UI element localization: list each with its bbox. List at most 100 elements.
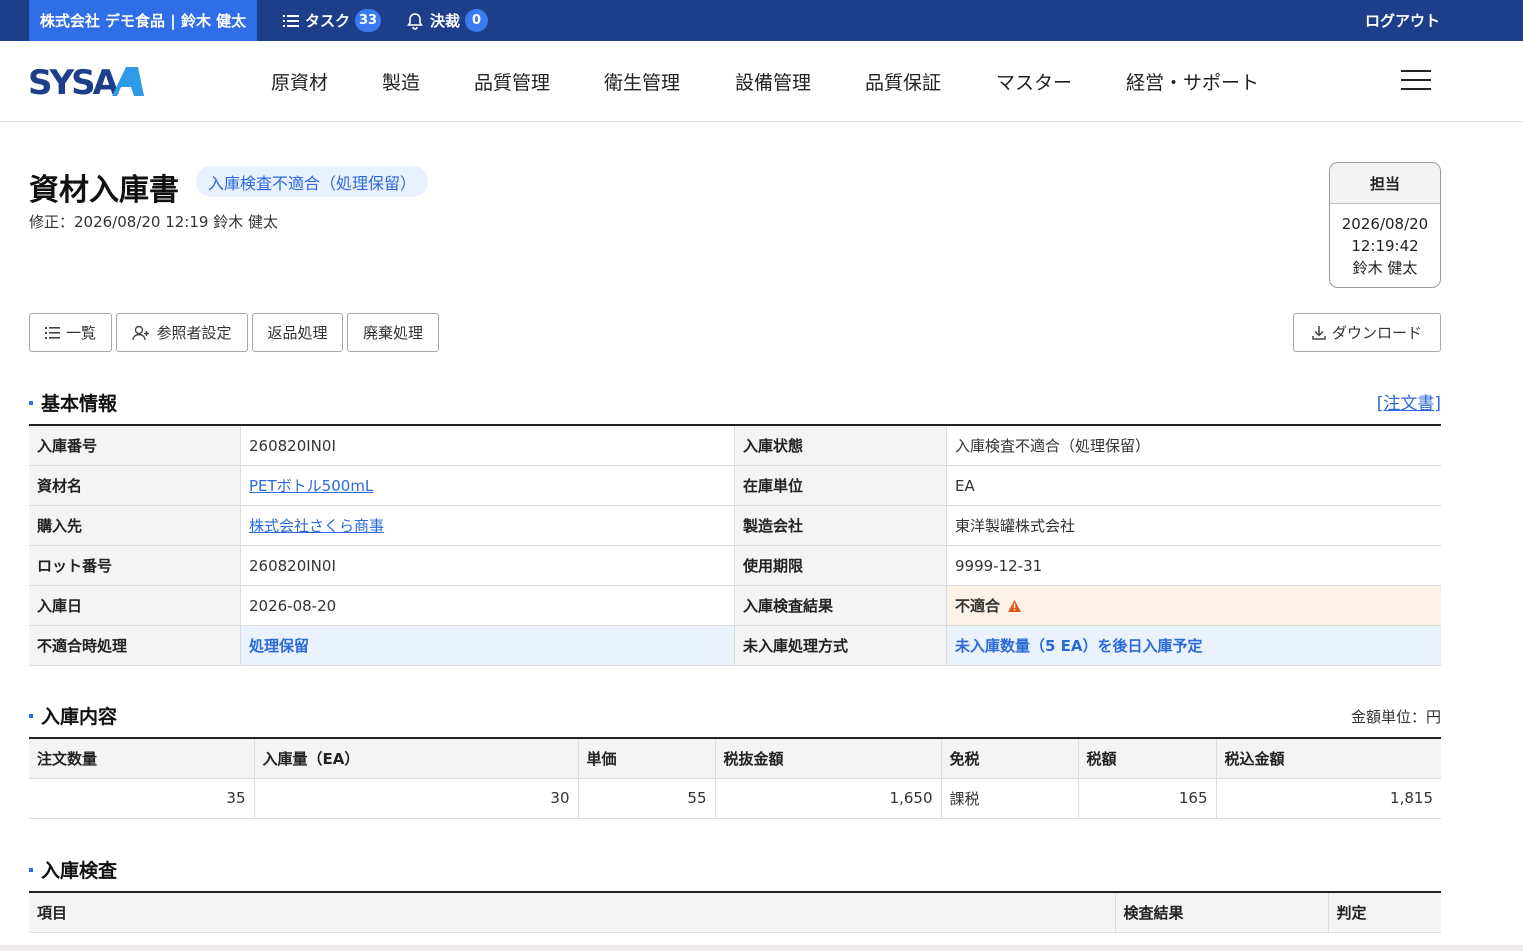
column-header: 単価 <box>578 738 716 779</box>
table-cell: 55 <box>578 778 716 819</box>
inspection-result-text: 不適合 <box>955 597 1001 615</box>
info-label: 入庫検査結果 <box>735 586 947 625</box>
nav-item-hygiene[interactable]: 衛生管理 <box>604 41 680 122</box>
nav-item-materials[interactable]: 原資材 <box>271 41 328 122</box>
info-label: 使用期限 <box>735 546 947 585</box>
add-user-icon <box>132 325 150 340</box>
table-cell: 1,650 <box>715 778 942 819</box>
download-button[interactable]: ダウンロード <box>1293 313 1441 352</box>
tasks-count-badge: 33 <box>355 9 382 32</box>
list-button[interactable]: 一覧 <box>29 313 112 352</box>
top-bar: 株式会社 デモ食品 | 鈴木 健太 タスク 33 決裁 0 ログアウト <box>0 0 1523 41</box>
nav-item-equipment[interactable]: 設備管理 <box>735 41 811 122</box>
nav-item-production[interactable]: 製造 <box>382 41 420 122</box>
table-cell: 30 <box>254 778 579 819</box>
table-cell: 課税 <box>941 778 1079 819</box>
info-value: 9999-12-31 <box>955 556 1043 575</box>
inspection-table: 項目 検査結果 判定 <box>29 891 1441 933</box>
sysa-logo[interactable]: SYSA <box>28 63 144 103</box>
reference-settings-button[interactable]: 参照者設定 <box>116 313 248 352</box>
receipt-contents-table: 注文数量 入庫量（EA） 単価 税抜金額 免税 税額 税込金額 35 30 55… <box>29 737 1441 819</box>
info-row: 入庫日 2026-08-20 入庫検査結果 不適合 <box>29 586 1441 626</box>
page-title: 資材入庫書 <box>29 173 179 208</box>
unreceived-handling-value: 未入庫数量（5 EA）を後日入庫予定 <box>947 626 1441 665</box>
info-value: 260820IN0I <box>241 426 735 465</box>
info-label: 購入先 <box>29 506 241 545</box>
table-cell: 35 <box>29 778 255 819</box>
tasks-label: タスク <box>305 12 351 30</box>
bell-icon <box>406 12 424 30</box>
info-value: 株式会社さくら商事 <box>241 506 735 545</box>
download-icon <box>1312 326 1326 340</box>
inspection-result-value: 不適合 <box>947 586 1441 625</box>
reference-settings-label: 参照者設定 <box>156 324 232 342</box>
list-icon <box>44 326 60 339</box>
column-header: 税抜金額 <box>715 738 942 779</box>
info-row: 入庫番号 260820IN0I 入庫状態 入庫検査不適合（処理保留） <box>29 426 1441 466</box>
info-label: ロット番号 <box>29 546 241 585</box>
table-cell: 165 <box>1078 778 1217 819</box>
info-value: PETボトル500mL <box>241 466 735 505</box>
info-value: EA <box>955 476 975 495</box>
company-user[interactable]: 株式会社 デモ食品 | 鈴木 健太 <box>29 0 257 41</box>
info-label: 不適合時処理 <box>29 626 241 665</box>
column-header: 税込金額 <box>1216 738 1441 779</box>
info-label: 未入庫処理方式 <box>735 626 947 665</box>
info-value: 260820IN0I <box>241 546 735 585</box>
warning-icon <box>1008 599 1022 612</box>
assignee-box: 担当 2026/08/20 12:19:42 鈴木 健太 <box>1329 162 1441 288</box>
approvals-button[interactable]: 決裁 0 <box>406 0 489 41</box>
inspection-heading-text: 入庫検査 <box>41 860 118 882</box>
info-value: 入庫検査不適合（処理保留） <box>955 437 1151 455</box>
logout-link[interactable]: ログアウト <box>1365 0 1440 41</box>
approvals-label: 決裁 <box>430 12 461 30</box>
supplier-link[interactable]: 株式会社さくら商事 <box>249 515 384 536</box>
receipt-contents-heading: 入庫内容 <box>29 702 117 729</box>
table-cell: 1,815 <box>1216 778 1441 819</box>
modified-info: 修正：2026/08/20 12:19 鈴木 健太 <box>29 213 278 231</box>
column-header: 税額 <box>1078 738 1217 779</box>
info-label: 入庫日 <box>29 586 241 625</box>
main-nav: SYSA 原資材 製造 品質管理 衛生管理 設備管理 品質保証 マスター 経営・… <box>0 41 1523 122</box>
receipt-contents-heading-text: 入庫内容 <box>41 706 118 728</box>
nav-item-management[interactable]: 経営・サポート <box>1126 41 1259 122</box>
list-button-label: 一覧 <box>65 324 96 342</box>
info-row: 資材名 PETボトル500mL 在庫単位 EA <box>29 466 1441 506</box>
table-header-row: 注文数量 入庫量（EA） 単価 税抜金額 免税 税額 税込金額 <box>29 738 1441 779</box>
info-row: 不適合時処理 処理保留 未入庫処理方式 未入庫数量（5 EA）を後日入庫予定 <box>29 626 1441 666</box>
download-label: ダウンロード <box>1331 324 1422 342</box>
currency-unit-note: 金額単位：円 <box>1350 708 1441 726</box>
info-value: 東洋製罐株式会社 <box>955 517 1076 535</box>
assignee-date: 2026/08/20 <box>1341 215 1429 233</box>
assignee-time: 12:19:42 <box>1351 237 1419 255</box>
dispose-button[interactable]: 廃棄処理 <box>347 313 439 352</box>
basic-info-grid: 入庫番号 260820IN0I 入庫状態 入庫検査不適合（処理保留） 資材名 P… <box>29 424 1441 666</box>
status-badge: 入庫検査不適合（処理保留） <box>196 166 429 197</box>
order-document-link[interactable]: [注文書] <box>1377 389 1441 414</box>
material-name-link[interactable]: PETボトル500mL <box>249 475 373 496</box>
info-label: 製造会社 <box>735 506 947 545</box>
return-button[interactable]: 返品処理 <box>252 313 343 352</box>
nonconformity-handling-value: 処理保留 <box>241 626 735 665</box>
tasks-button[interactable]: タスク 33 <box>283 0 382 41</box>
logo-text: SYSA <box>28 65 120 97</box>
nav-item-quality-assurance[interactable]: 品質保証 <box>865 41 941 122</box>
inspection-heading: 入庫検査 <box>29 856 117 883</box>
info-label: 資材名 <box>29 466 241 505</box>
column-header: 項目 <box>29 892 1116 933</box>
logo-icon: SYSA <box>28 63 144 103</box>
table-row: 35 30 55 1,650 課税 165 1,815 <box>29 778 1441 819</box>
nav-item-master[interactable]: マスター <box>996 41 1072 122</box>
info-row: 購入先 株式会社さくら商事 製造会社 東洋製罐株式会社 <box>29 506 1441 546</box>
column-header: 免税 <box>941 738 1079 779</box>
info-label: 在庫単位 <box>735 466 947 505</box>
column-header: 注文数量 <box>29 738 255 779</box>
nav-item-quality-control[interactable]: 品質管理 <box>474 41 550 122</box>
menu-icon[interactable] <box>1401 70 1431 92</box>
column-header: 入庫量（EA） <box>254 738 579 779</box>
info-value: 2026-08-20 <box>241 586 735 625</box>
bottom-edge <box>0 945 1523 951</box>
info-label: 入庫番号 <box>29 426 241 465</box>
column-header: 検査結果 <box>1115 892 1329 933</box>
approvals-count-badge: 0 <box>465 9 489 32</box>
